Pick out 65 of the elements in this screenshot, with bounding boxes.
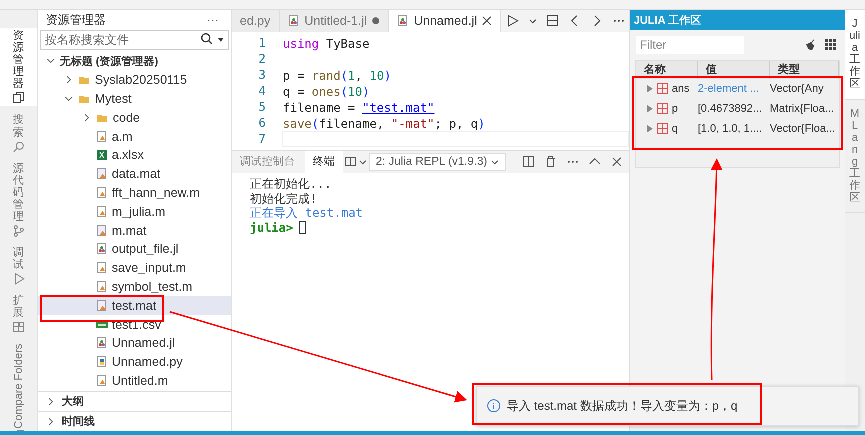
tree-item[interactable]: Unnamed.jl	[38, 334, 231, 353]
line-number: 5	[258, 100, 267, 114]
column-header[interactable]: 值	[698, 61, 770, 79]
tree-item[interactable]: Syslab20250115	[38, 70, 231, 90]
tree-item[interactable]: fft_hann_new.m	[38, 184, 231, 202]
activity-tab[interactable]: 资源管理器	[0, 28, 37, 106]
tree-item[interactable]: Mytest	[38, 90, 231, 108]
line-number: 3	[258, 68, 267, 82]
search-field[interactable]: 按名称搜索文件	[40, 30, 229, 50]
code-line: p = rand(1, 10)	[282, 68, 392, 83]
activity-tab[interactable]: 源代码管理	[0, 160, 37, 240]
table-cell-text: Matrix{Floa...	[770, 103, 836, 115]
line-number: 2	[258, 52, 267, 66]
table-cell: p	[636, 103, 698, 115]
tree-item[interactable]: output_file.jl	[38, 240, 231, 259]
code-line: using TyBase	[282, 36, 371, 51]
code-line: q = ones(10)	[282, 84, 371, 99]
tree-item[interactable]: data.mat	[38, 164, 231, 184]
table-cell: q	[636, 123, 698, 135]
table-cell: ans	[636, 83, 698, 95]
tree-item[interactable]: 无标题 (资源管理器)	[38, 52, 231, 71]
table-cell-text: Vector{Any	[770, 83, 825, 95]
terminal-line: julia>	[250, 220, 294, 235]
section-header[interactable]: 大纲	[38, 391, 231, 411]
tree-item[interactable]: code	[38, 108, 231, 128]
column-header[interactable]: 名称	[636, 61, 698, 79]
line-number: 7	[258, 132, 267, 146]
activity-tab[interactable]: 搜索	[0, 112, 37, 155]
code-line: filename = "test.mat"	[282, 100, 436, 115]
table-cell-text: 2-element ...	[698, 83, 760, 95]
line-number: 4	[258, 84, 267, 98]
side-tab[interactable]: MLang 工作区	[845, 100, 865, 214]
notification-message: 导入 test.mat 数据成功！导入变量为：p，q	[507, 398, 738, 414]
tree-item[interactable]: Unnamed.py	[38, 352, 231, 372]
filter-field[interactable]: Filter	[636, 36, 744, 54]
tree-item[interactable]: symbol_test.m	[38, 278, 231, 296]
activity-tab[interactable]: 扩展	[0, 293, 37, 336]
tree-item[interactable]: Untitled.m	[38, 372, 231, 390]
tree-item[interactable]: m.mat	[38, 221, 231, 240]
side-tab[interactable]: Julia 工作区	[845, 10, 865, 100]
terminal-line: 初始化完成!	[250, 192, 318, 206]
tree-item[interactable]: a.xlsx	[38, 146, 231, 165]
workspace-title: JULIA 工作区	[630, 10, 845, 30]
tree-item[interactable]: test1.csv	[38, 315, 231, 334]
line-number: 1	[258, 36, 267, 50]
table-cell-text: [0.4673892...	[698, 103, 764, 115]
tree-item[interactable]: test.mat	[38, 296, 231, 316]
activity-tab[interactable]: 调试	[0, 245, 37, 288]
terminal-select[interactable]: 2: Julia REPL (v1.9.3)	[369, 153, 506, 171]
tree-item[interactable]: m_julia.m	[38, 202, 231, 222]
panel-tab[interactable]: 终端	[305, 151, 343, 173]
editor-tab[interactable]: Untitled-1.jl	[280, 10, 390, 32]
panel-title: 资源管理器	[46, 12, 106, 28]
column-header[interactable]: 类型	[770, 61, 839, 79]
code-line: save(filename, "-mat"; p, q)	[282, 116, 486, 131]
tree-item[interactable]: a.m	[38, 127, 231, 146]
line-number: 6	[258, 116, 267, 130]
more-button[interactable]: ···	[207, 13, 219, 27]
editor-tab[interactable]: ed.py	[232, 10, 280, 32]
terminal-line: 正在导入 test.mat	[250, 206, 364, 220]
table-cell-text: Vector{Floa...	[770, 123, 836, 135]
editor-tab[interactable]: Unnamed.jl	[389, 10, 502, 32]
table-cell-text: [1.0, 1.0, 1....	[698, 123, 764, 135]
terminal-line: 正在初始化...	[250, 177, 332, 192]
tree-item[interactable]: save_input.m	[38, 258, 231, 278]
